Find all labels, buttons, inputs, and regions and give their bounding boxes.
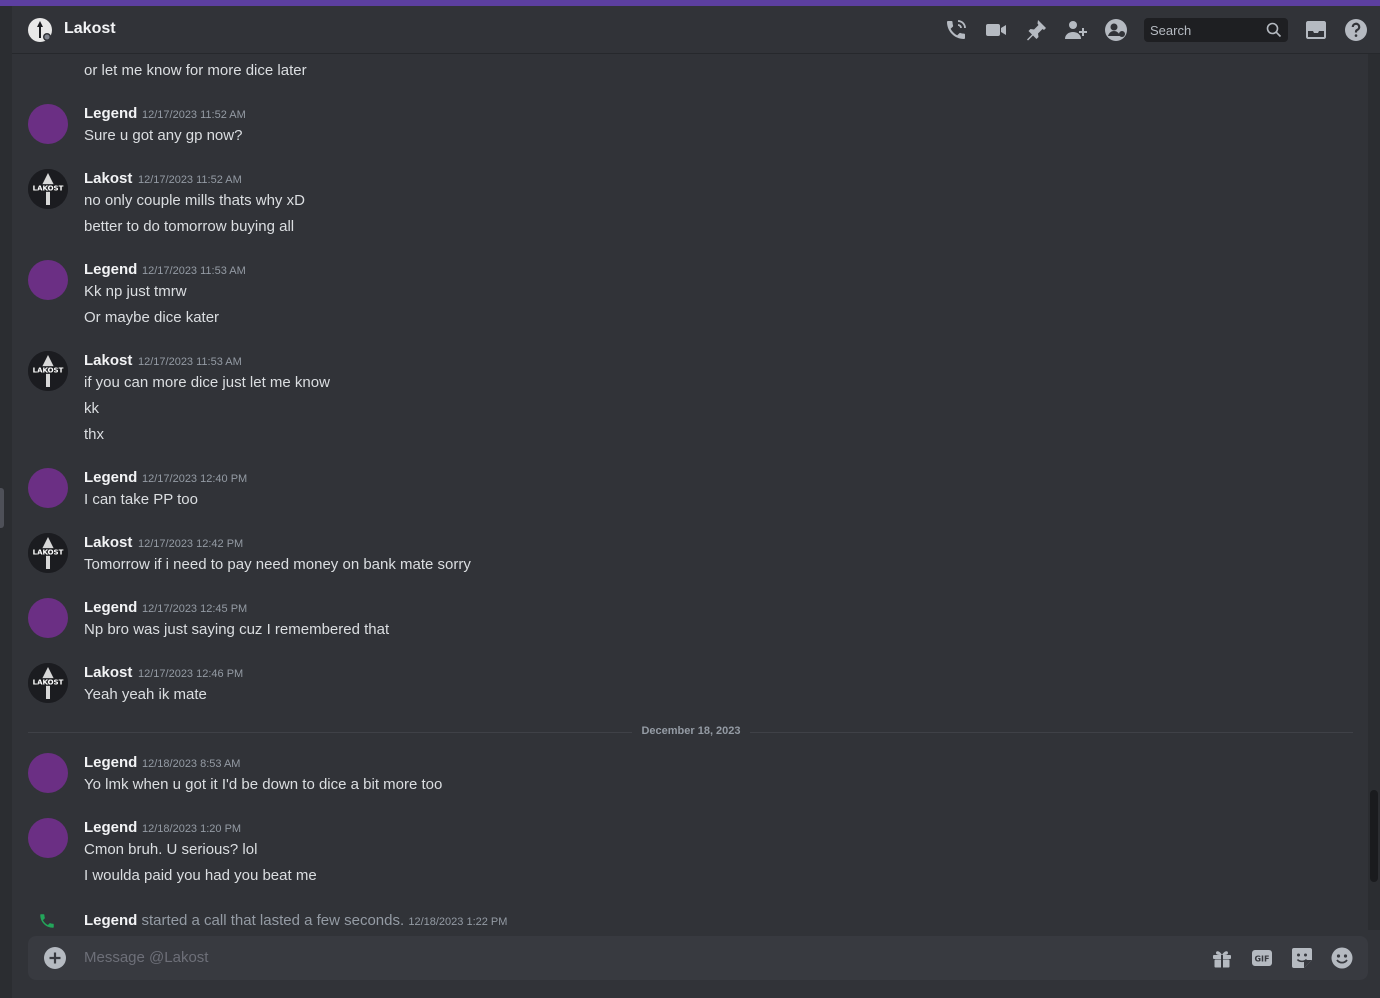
message-author[interactable]: Legend	[84, 261, 137, 278]
pin-icon[interactable]	[1024, 18, 1048, 42]
message-timestamp: 12/17/2023 12:45 PM	[142, 603, 248, 615]
message-line: Yeah yeah ik mate	[84, 686, 207, 703]
message-line: Yo lmk when u got it I'd be down to dice…	[84, 776, 443, 793]
message-timestamp: 12/17/2023 11:53 AM	[138, 356, 242, 368]
gif-icon[interactable]: GIF	[1250, 946, 1274, 970]
svg-text:GIF: GIF	[1254, 955, 1269, 964]
message-author[interactable]: Legend	[84, 105, 137, 122]
search-placeholder: Search	[1150, 23, 1192, 38]
message-list[interactable]: or let me know for more dice later Legen…	[12, 54, 1368, 930]
message-line: thx	[84, 426, 105, 443]
message-timestamp: 12/17/2023 12:42 PM	[138, 538, 244, 550]
emoji-icon[interactable]	[1330, 946, 1354, 970]
message-input[interactable]: Message @Lakost	[84, 949, 208, 966]
message-line: I woulda paid you had you beat me	[84, 867, 317, 884]
avatar-text: LAKOST	[33, 367, 64, 375]
message-line: better to do tomorrow buying all	[84, 218, 295, 235]
sticker-icon[interactable]	[1290, 946, 1314, 970]
message-line: kk	[84, 400, 99, 417]
message-line: or let me know for more dice later	[84, 62, 307, 79]
message-author[interactable]: Legend	[84, 754, 137, 771]
message-line: no only couple mills thats why xD	[84, 192, 305, 209]
avatar-text: LAKOST	[33, 549, 64, 557]
inbox-icon[interactable]	[1304, 18, 1328, 42]
message-timestamp: 12/17/2023 11:53 AM	[142, 265, 246, 277]
avatar[interactable]: LAKOST	[28, 663, 68, 703]
call-timestamp: 12/18/2023 1:22 PM	[408, 916, 508, 928]
server-sidebar-edge	[0, 6, 12, 998]
message-author[interactable]: Legend	[84, 469, 137, 486]
call-icon[interactable]	[944, 18, 968, 42]
avatar[interactable]	[28, 468, 68, 508]
sidebar-indicator	[0, 488, 4, 528]
message-line: I can take PP too	[84, 491, 198, 508]
call-system-message: Legend started a call that lasted a few …	[84, 912, 507, 929]
call-description: started a call that lasted a few seconds…	[141, 912, 405, 929]
search-input[interactable]: Search	[1144, 18, 1288, 42]
avatar[interactable]	[28, 104, 68, 144]
message-line: Np bro was just saying cuz I remembered …	[84, 621, 390, 638]
search-icon	[1266, 22, 1282, 38]
add-attachment-icon[interactable]	[44, 947, 66, 969]
user-profile-icon[interactable]	[1104, 18, 1128, 42]
message-author[interactable]: Legend	[84, 819, 137, 836]
avatar[interactable]	[28, 598, 68, 638]
phone-icon	[38, 912, 56, 930]
channel-title: Lakost	[64, 20, 116, 37]
message-timestamp: 12/17/2023 12:40 PM	[142, 473, 248, 485]
message-timestamp: 12/18/2023 1:20 PM	[142, 823, 242, 835]
avatar[interactable]: LAKOST	[28, 351, 68, 391]
message-timestamp: 12/18/2023 8:53 AM	[142, 758, 241, 770]
message-author[interactable]: Legend	[84, 599, 137, 616]
avatar[interactable]	[28, 818, 68, 858]
date-divider: December 18, 2023	[632, 725, 750, 737]
avatar-text: LAKOST	[33, 185, 64, 193]
message-timestamp: 12/17/2023 12:46 PM	[138, 668, 244, 680]
message-line: if you can more dice just let me know	[84, 374, 330, 391]
avatar[interactable]: LAKOST	[28, 169, 68, 209]
message-line: Cmon bruh. U serious? lol	[84, 841, 258, 858]
scrollbar-thumb[interactable]	[1370, 790, 1378, 882]
header-avatar[interactable]	[28, 18, 52, 42]
message-timestamp: 12/17/2023 11:52 AM	[138, 174, 242, 186]
message-timestamp: 12/17/2023 11:52 AM	[142, 109, 246, 121]
channel-header: Lakost Search	[12, 6, 1380, 54]
message-author[interactable]: Lakost	[84, 170, 132, 187]
video-call-icon[interactable]	[984, 18, 1008, 42]
message-author[interactable]: Lakost	[84, 664, 132, 681]
help-icon[interactable]	[1344, 18, 1368, 42]
avatar[interactable]	[28, 260, 68, 300]
gift-icon[interactable]	[1210, 946, 1234, 970]
avatar[interactable]	[28, 753, 68, 793]
message-author[interactable]: Lakost	[84, 534, 132, 551]
avatar[interactable]: LAKOST	[28, 533, 68, 573]
message-author[interactable]: Lakost	[84, 352, 132, 369]
message-line: Tomorrow if i need to pay need money on …	[84, 556, 471, 573]
message-line: Sure u got any gp now?	[84, 127, 243, 144]
avatar-text: LAKOST	[33, 679, 64, 687]
call-author[interactable]: Legend	[84, 912, 137, 929]
message-line: Or maybe dice kater	[84, 309, 220, 326]
message-composer[interactable]: Message @Lakost GIF	[28, 936, 1368, 980]
message-line: Kk np just tmrw	[84, 283, 187, 300]
add-friend-icon[interactable]	[1064, 18, 1088, 42]
